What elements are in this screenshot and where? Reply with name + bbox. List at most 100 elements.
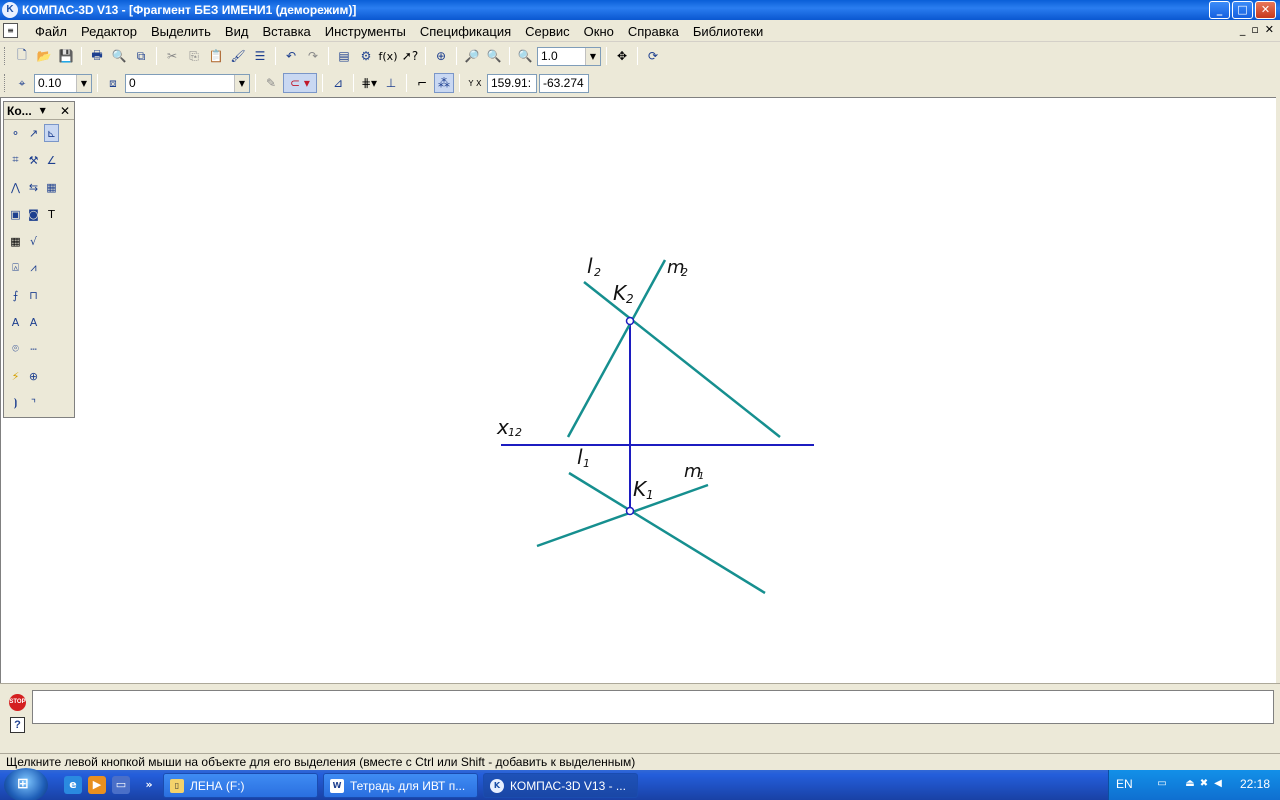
network-icon[interactable]: ▭ (1155, 777, 1169, 791)
library-manager-icon[interactable]: ▤ (334, 46, 354, 66)
fx-icon[interactable]: f(x) (378, 46, 398, 66)
menu-help[interactable]: Справка (621, 24, 686, 39)
line-m1[interactable] (536, 483, 709, 548)
properties-panel-field[interactable] (32, 690, 1274, 724)
designations-icon[interactable]: ⊾ (44, 124, 59, 142)
point-k1[interactable] (625, 506, 635, 516)
text-annotation-icon[interactable]: A (8, 313, 23, 331)
menu-file[interactable]: Файл (28, 24, 74, 39)
menu-editor[interactable]: Редактор (74, 24, 144, 39)
edit-icon[interactable]: ⌗ (8, 151, 23, 169)
view-arrow-icon[interactable]: ⌝ (26, 394, 41, 412)
point-k2[interactable] (625, 316, 635, 326)
cursor-step-icon[interactable]: ⌖ (12, 73, 32, 93)
kompas-app-icon[interactable]: K (2, 2, 18, 18)
zoom-combo[interactable]: 1.0 ▼ (537, 46, 601, 66)
task-folder[interactable]: ▯ ЛЕНА (F:) (163, 773, 318, 798)
redo-icon[interactable]: ↷ (303, 46, 323, 66)
snap-magnet-icon[interactable]: ⊂ ▾ (283, 73, 317, 93)
mark-icon[interactable]: ⊓ (26, 286, 41, 304)
coordinate-system-icon[interactable]: ⊥ (381, 73, 401, 93)
paste-icon[interactable]: 📋 (206, 46, 226, 66)
base-icon[interactable]: ⍓ (8, 259, 23, 277)
menu-select[interactable]: Выделить (144, 24, 218, 39)
task-kompas[interactable]: K КОМПАС-3D V13 - ... (483, 773, 638, 798)
menu-insert[interactable]: Вставка (255, 24, 317, 39)
close-button[interactable]: ✕ (1255, 1, 1276, 19)
media-player-icon[interactable]: ▶ (88, 776, 106, 794)
doc-restore-button[interactable]: ▫ (1251, 23, 1258, 36)
doc-minimize-button[interactable]: _ (1240, 23, 1246, 36)
associative-view-icon[interactable]: ⇆ (26, 178, 41, 196)
chevron-down-icon[interactable]: ▼ (76, 74, 91, 92)
select-icon[interactable]: ⋀ (8, 178, 23, 196)
chevron-down-icon[interactable]: ▼ (585, 47, 600, 65)
doc-close-button[interactable]: ✕ (1265, 23, 1274, 36)
ortho-icon[interactable]: ⌐ (412, 73, 432, 93)
round-icon[interactable]: ⁂ (434, 73, 454, 93)
menu-window[interactable]: Окно (577, 24, 621, 39)
print-icon[interactable]: 🖶 (87, 46, 107, 66)
maximize-button[interactable]: □ (1232, 1, 1253, 19)
zoom-in-icon[interactable]: 🔎 (462, 46, 482, 66)
specification-icon[interactable]: ▦ (44, 178, 59, 196)
table-icon[interactable]: ▦ (8, 232, 23, 250)
geometry-icon[interactable]: ⚬ (8, 124, 23, 142)
task-word[interactable]: W Тетрадь для ИВТ п... (323, 773, 478, 798)
position-leader-icon[interactable]: ⨍ (8, 286, 23, 304)
start-button[interactable]: ⊞ (4, 768, 48, 800)
toolbar-grip[interactable] (4, 74, 7, 92)
compact-panel-header[interactable]: Ко... ▼ ✕ (4, 102, 74, 120)
antivirus-icon[interactable]: ✖ (1197, 777, 1211, 791)
zoom-scale-icon[interactable]: 🔍 (515, 46, 535, 66)
open-folder-icon[interactable]: 📂 (34, 46, 54, 66)
section-line-icon[interactable]: ⚡ (8, 367, 23, 385)
zoom-frame-icon[interactable]: ⊕ (431, 46, 451, 66)
refresh-icon[interactable]: ⟳ (643, 46, 663, 66)
axis-icon[interactable]: ⌾ (8, 340, 23, 358)
arrow-text-icon[interactable]: A (26, 313, 41, 331)
y-coordinate-field[interactable]: -63.274 (539, 73, 589, 93)
roughness-icon[interactable]: √ (26, 232, 41, 250)
toolbar-grip[interactable] (4, 47, 7, 65)
center-mark-icon[interactable]: ⊕ (26, 367, 41, 385)
view-icon[interactable]: ▣ (8, 205, 23, 223)
leader-icon[interactable]: ⩘ (26, 259, 41, 277)
menu-view[interactable]: Вид (218, 24, 256, 39)
menu-service[interactable]: Сервис (518, 24, 577, 39)
undo-icon[interactable]: ↶ (281, 46, 301, 66)
pan-icon[interactable]: ✥ (612, 46, 632, 66)
copy-icon[interactable]: ⎘ (184, 46, 204, 66)
drawing-canvas[interactable]: l 2 m 2 K 2 x 12 l 1 m 1 K 1 (0, 97, 1276, 683)
variables-icon[interactable]: ⚙ (356, 46, 376, 66)
text-icon[interactable]: T (44, 205, 59, 223)
center-line-icon[interactable]: ┄ (26, 340, 41, 358)
local-cs-icon[interactable]: ⊿ (328, 73, 348, 93)
parametrization-icon[interactable]: ⚒ (26, 151, 41, 169)
document-icon[interactable]: ≡ (3, 23, 18, 38)
line-l1[interactable] (568, 471, 766, 595)
manager-icon[interactable]: ⧉ (131, 46, 151, 66)
vertical-scrollbar[interactable] (1276, 97, 1280, 683)
layer-combo[interactable]: 0 ▼ (125, 73, 250, 93)
layer-icon[interactable]: ⧈ (103, 73, 123, 93)
close-icon[interactable]: ✕ (60, 104, 70, 118)
x-coordinate-field[interactable]: 159.91: (487, 73, 537, 93)
volume-icon[interactable]: ◀ (1211, 777, 1225, 791)
minimize-button[interactable]: _ (1209, 1, 1230, 19)
stop-icon[interactable]: STOP (9, 694, 26, 711)
cursor-step-combo[interactable]: 0.10 ▼ (34, 73, 92, 93)
new-document-icon[interactable]: 🗋 (12, 46, 32, 66)
safely-remove-icon[interactable]: ⏏ (1183, 777, 1197, 791)
chevron-down-icon[interactable]: ▼ (234, 74, 249, 92)
style-icon[interactable]: ✎ (261, 73, 281, 93)
measure-icon[interactable]: ∠ (44, 151, 59, 169)
menu-tools[interactable]: Инструменты (318, 24, 413, 39)
quicklaunch-overflow[interactable]: » (140, 776, 158, 794)
print-preview-icon[interactable]: 🔍 (109, 46, 129, 66)
properties-icon[interactable]: ☰ (250, 46, 270, 66)
dimensions-icon[interactable]: ↗ (26, 124, 41, 142)
help-icon[interactable]: ? (10, 717, 25, 733)
language-indicator[interactable]: EN (1116, 777, 1133, 791)
show-desktop-icon[interactable]: ▭ (112, 776, 130, 794)
